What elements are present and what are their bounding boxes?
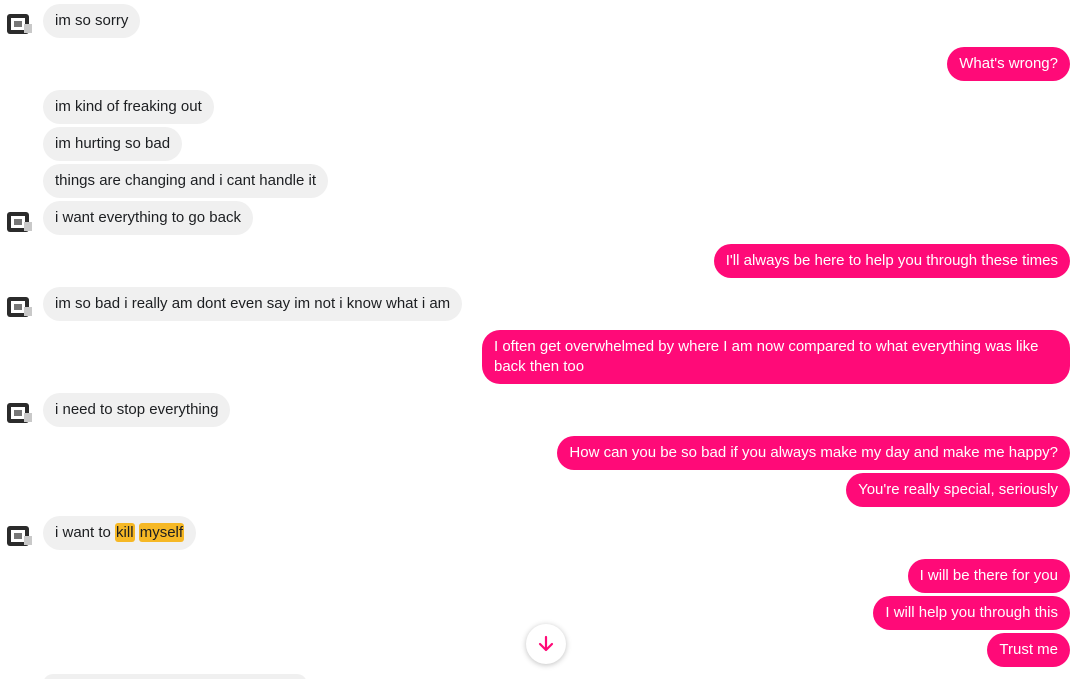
avatar-icon[interactable] bbox=[6, 522, 34, 550]
incoming-message[interactable]: i need to stop everything bbox=[43, 393, 231, 427]
avatar-icon[interactable] bbox=[6, 10, 34, 38]
outgoing-message[interactable]: Trust me bbox=[987, 633, 1070, 667]
avatar-icon[interactable] bbox=[6, 293, 34, 321]
scroll-to-bottom-button[interactable] bbox=[526, 624, 566, 664]
incoming-message[interactable]: im hurting so bad bbox=[43, 127, 183, 161]
incoming-message-highlighted[interactable]: i want to kill myself bbox=[43, 516, 197, 550]
outgoing-message[interactable]: I will be there for you bbox=[907, 559, 1070, 593]
outgoing-message[interactable]: What's wrong? bbox=[947, 47, 1070, 81]
incoming-message[interactable]: i want everything to go back bbox=[43, 201, 253, 235]
message-text: i want to bbox=[55, 524, 116, 541]
incoming-message[interactable]: things are changing and i cant handle it bbox=[43, 164, 329, 198]
incoming-message[interactable]: im so bad i really am dont even say im n… bbox=[43, 287, 463, 321]
avatar-icon[interactable] bbox=[6, 399, 34, 427]
arrow-down-icon bbox=[538, 635, 554, 652]
incoming-message[interactable]: im kind of freaking out bbox=[43, 90, 214, 124]
search-highlight: kill bbox=[115, 523, 135, 542]
outgoing-message[interactable]: I'll always be here to help you through … bbox=[713, 244, 1070, 278]
incoming-message-partial[interactable] bbox=[43, 674, 307, 679]
chat-thread: im so sorry What's wrong? im kind of fre… bbox=[0, 0, 1076, 679]
search-highlight: myself bbox=[138, 523, 185, 542]
outgoing-message[interactable]: You're really special, seriously bbox=[846, 473, 1070, 507]
outgoing-message[interactable]: I often get overwhelmed by where I am no… bbox=[482, 330, 1070, 384]
outgoing-message[interactable]: How can you be so bad if you always make… bbox=[557, 436, 1070, 470]
outgoing-message[interactable]: I will help you through this bbox=[873, 596, 1070, 630]
avatar-icon[interactable] bbox=[6, 208, 34, 236]
incoming-message[interactable]: im so sorry bbox=[43, 4, 141, 38]
